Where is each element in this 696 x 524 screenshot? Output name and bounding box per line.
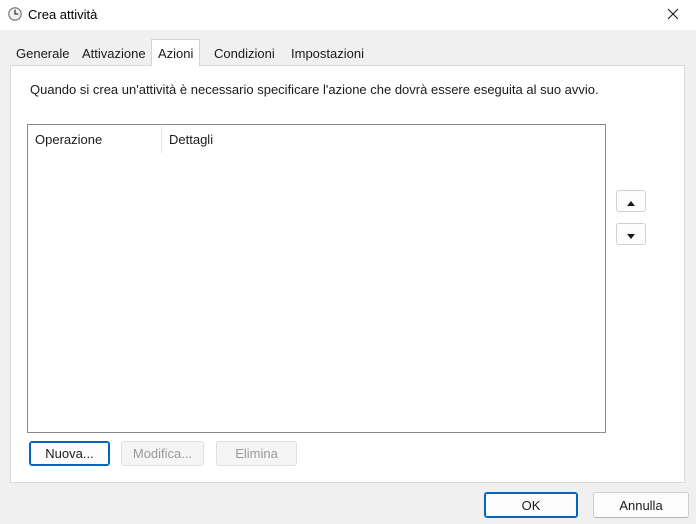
tab-strip: Generale Attivazione Azioni Condizioni I… bbox=[10, 39, 690, 66]
new-action-button[interactable]: Nuova... bbox=[29, 441, 110, 466]
ok-button[interactable]: OK bbox=[484, 492, 578, 518]
title-bar: Crea attività bbox=[0, 0, 696, 30]
tab-azioni[interactable]: Azioni bbox=[151, 39, 201, 66]
actions-list[interactable]: Operazione Dettagli bbox=[27, 124, 606, 433]
triangle-up-icon bbox=[627, 194, 635, 209]
cancel-button[interactable]: Annulla bbox=[593, 492, 689, 518]
tab-impostazioni[interactable]: Impostazioni bbox=[285, 43, 370, 65]
move-up-button[interactable] bbox=[616, 190, 646, 212]
actions-description: Quando si crea un'attività è necessario … bbox=[30, 82, 599, 97]
edit-action-button[interactable]: Modifica... bbox=[121, 441, 204, 466]
actions-panel: Quando si crea un'attività è necessario … bbox=[10, 65, 685, 483]
triangle-down-icon bbox=[627, 227, 635, 242]
list-header: Operazione Dettagli bbox=[28, 125, 605, 155]
column-operazione[interactable]: Operazione bbox=[28, 125, 161, 155]
delete-action-button[interactable]: Elimina bbox=[216, 441, 297, 466]
window-title: Crea attività bbox=[28, 7, 98, 22]
tab-attivazione[interactable]: Attivazione bbox=[76, 43, 152, 65]
tab-condizioni[interactable]: Condizioni bbox=[208, 43, 281, 65]
close-button[interactable] bbox=[650, 0, 696, 30]
tab-generale[interactable]: Generale bbox=[10, 43, 75, 65]
close-icon bbox=[667, 8, 679, 23]
move-down-button[interactable] bbox=[616, 223, 646, 245]
column-dettagli[interactable]: Dettagli bbox=[162, 125, 462, 155]
task-scheduler-clock-icon bbox=[8, 7, 22, 21]
